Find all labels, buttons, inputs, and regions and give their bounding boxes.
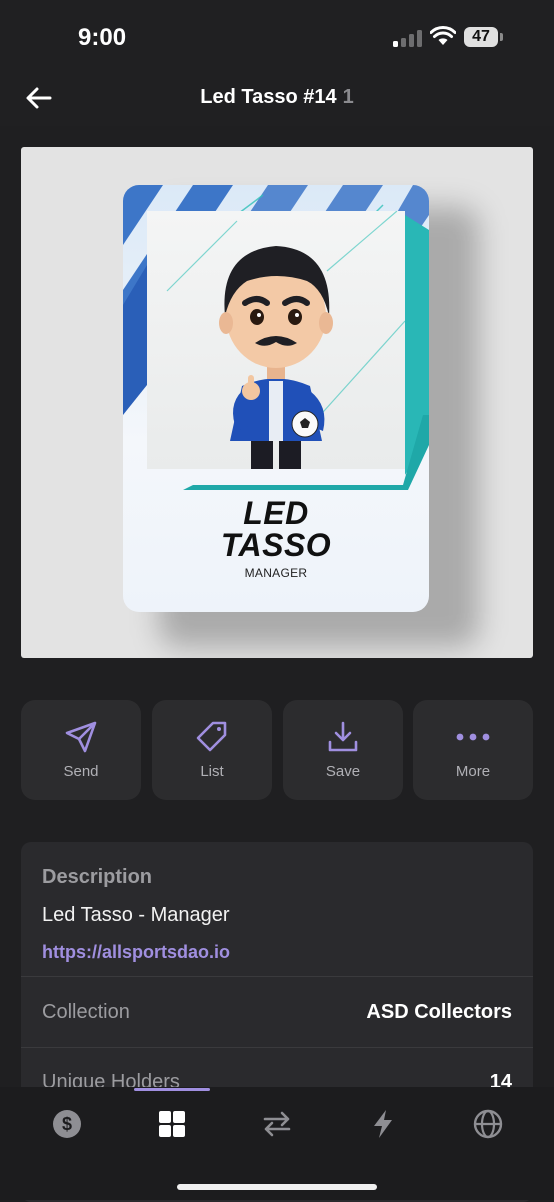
battery-level: 47 [464, 27, 498, 47]
collection-label: Collection [42, 1001, 130, 1023]
save-button[interactable]: Save [283, 700, 403, 800]
nav-header: Led Tasso #14 1 [0, 70, 554, 126]
send-icon [65, 721, 97, 753]
tab-wallet[interactable]: $ [36, 1105, 96, 1145]
cellular-signal-icon [393, 30, 423, 47]
active-tab-indicator [134, 1088, 210, 1091]
tab-activity[interactable] [352, 1105, 412, 1145]
save-label: Save [325, 763, 361, 780]
card-name-line2: TASSO [220, 527, 332, 563]
swap-icon [263, 1111, 291, 1137]
send-label: Send [63, 763, 99, 780]
description-text: Led Tasso - Manager [42, 904, 230, 926]
page-title: Led Tasso #14 1 [0, 86, 554, 109]
divider [21, 1047, 533, 1048]
home-indicator[interactable] [177, 1184, 377, 1190]
card-name: LED TASSO [123, 497, 429, 561]
divider [21, 976, 533, 977]
wifi-icon [430, 26, 456, 45]
svg-text:$: $ [62, 1114, 72, 1134]
description-heading: Description [42, 866, 153, 888]
more-label: More [455, 763, 491, 780]
character-portrait [147, 211, 405, 469]
action-bar: Send List Save More [21, 700, 533, 800]
lightning-icon [374, 1110, 392, 1138]
globe-icon [473, 1109, 503, 1139]
battery-tip [500, 33, 503, 41]
list-button[interactable]: List [152, 700, 272, 800]
tab-browser[interactable] [457, 1105, 517, 1145]
owned-count: 1 [342, 86, 354, 108]
card-role: MANAGER [244, 566, 308, 580]
nft-image[interactable]: LED TASSO MANAGER [21, 147, 533, 658]
more-icon [456, 733, 490, 741]
status-time: 9:00 [78, 24, 127, 51]
nft-card: LED TASSO MANAGER [123, 185, 429, 612]
card-name-line1: LED [243, 495, 309, 531]
collection-value[interactable]: ASD Collectors [366, 1001, 512, 1024]
website-link[interactable]: https://allsportsdao.io [42, 942, 230, 963]
send-button[interactable]: Send [21, 700, 141, 800]
more-button[interactable]: More [413, 700, 533, 800]
manager-avatar [166, 211, 405, 469]
status-bar: 9:00 47 [0, 0, 554, 70]
list-label: List [200, 763, 224, 780]
tag-icon [196, 721, 227, 752]
nft-title: Led Tasso #14 [200, 86, 337, 108]
grid-icon [159, 1111, 185, 1137]
tab-swap[interactable] [246, 1105, 306, 1145]
tab-collectibles[interactable] [141, 1105, 201, 1145]
dollar-icon: $ [53, 1110, 81, 1138]
download-icon [328, 721, 358, 752]
